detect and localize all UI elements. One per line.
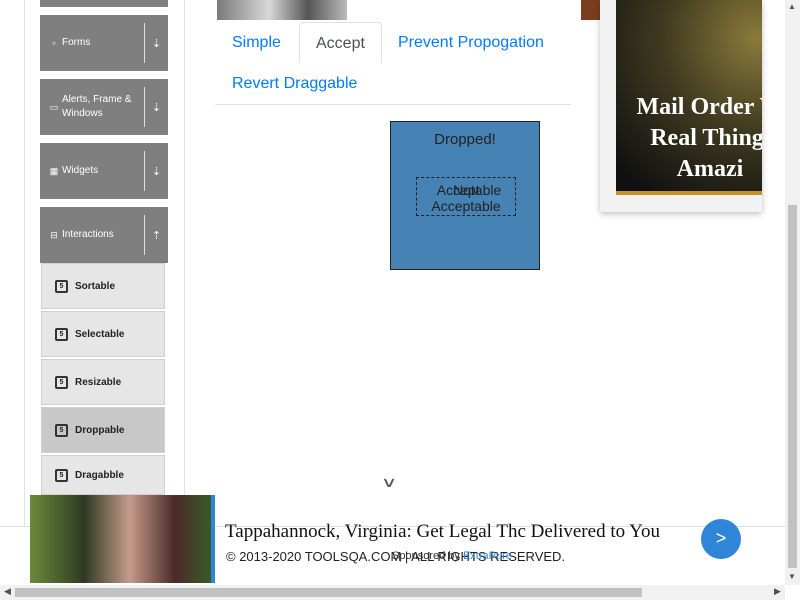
group-label: Widgets [62, 165, 99, 176]
group-header-widgets[interactable]: ▦ Widgets ⇣ [40, 143, 168, 199]
droppable-target[interactable]: Dropped! Accept__ Notable Acceptable [390, 121, 540, 270]
ad-headline: Mail Order W Real Thing, Amazi [636, 94, 762, 182]
scroll-up-icon[interactable]: ▲ [788, 2, 796, 11]
vertical-scrollbar[interactable]: ▲ ▼ [785, 0, 800, 585]
html5-icon: 5 [55, 468, 68, 482]
group-header-forms[interactable]: ▫ Forms ⇣ [40, 15, 168, 71]
drop-status: Dropped! [434, 131, 496, 148]
expand-icon[interactable]: ⇣ [144, 23, 168, 63]
ad-next-button[interactable]: > [701, 519, 741, 559]
tab-revert-draggable[interactable]: Revert Draggable [216, 63, 373, 104]
scroll-left-icon[interactable]: ◀ [4, 586, 11, 597]
sidebar-item-sortable[interactable]: 5 Sortable [41, 263, 165, 309]
minus-square-icon: ⊟ [50, 229, 58, 240]
group-header-interactions[interactable]: ⊟ Interactions ⇡ [40, 207, 168, 263]
window-icon: ▭ [49, 101, 59, 112]
html5-icon: 5 [55, 279, 68, 293]
sidebar-item-label: Selectable [75, 328, 125, 340]
group-header-alerts[interactable]: ▭ Alerts, Frame & Windows ⇣ [40, 79, 168, 135]
draggable-item[interactable]: Accept__ Notable Acceptable [416, 177, 516, 216]
group-label: Forms [62, 37, 91, 48]
collapse-icon[interactable]: ⇡ [144, 215, 168, 255]
sidebar-item-label: Resizable [75, 376, 122, 388]
sidebar-item-dragabble[interactable]: 5 Dragabble [41, 455, 165, 495]
ad-image-top-small[interactable] [581, 0, 601, 20]
sponsor-text: Sponsored by ExtraPure [392, 550, 512, 562]
ad-bottom-title[interactable]: Tappahannock, Virginia: Get Legal Thc De… [225, 521, 660, 543]
expand-icon[interactable]: ⇣ [144, 151, 168, 191]
html5-icon: 5 [55, 423, 68, 437]
horizontal-scrollbar[interactable]: ◀ ▶ [0, 585, 785, 600]
html5-icon: 5 [55, 327, 68, 341]
ad-image-top[interactable] [217, 0, 347, 20]
scroll-down-icon[interactable]: ▼ [788, 572, 796, 581]
sidebar-item-droppable[interactable]: 5 Droppable [41, 407, 165, 453]
scroll-right-icon[interactable]: ▶ [774, 586, 781, 597]
grid-icon: ▦ [49, 165, 59, 176]
tab-simple[interactable]: Simple [216, 22, 297, 63]
tab-accept[interactable]: Accept [299, 22, 382, 63]
acceptable-label-line2: Acceptable [431, 198, 501, 214]
droppable-tabs: Simple Accept Prevent Propogation Revert… [215, 22, 571, 105]
document-icon: ▫ [52, 38, 56, 48]
chevron-down-icon[interactable]: ∨ [381, 474, 397, 491]
tab-prevent-propogation[interactable]: Prevent Propogation [382, 22, 560, 63]
html5-icon: 5 [55, 375, 68, 389]
sidebar-item-resizable[interactable]: 5 Resizable [41, 359, 165, 405]
sidebar-item-selectable[interactable]: 5 Selectable [41, 311, 165, 357]
group-label: Alerts, Frame & Windows [62, 94, 132, 119]
sidebar-item-label: Droppable [75, 424, 125, 436]
sidebar-item-label: Dragabble [75, 469, 124, 481]
group-label: Interactions [62, 229, 114, 240]
not-acceptable-label: Notable [453, 182, 502, 198]
expand-icon[interactable]: ⇣ [144, 87, 168, 127]
sponsor-prefix: Sponsored by [392, 550, 460, 562]
horizontal-scroll-thumb[interactable] [15, 588, 642, 597]
sponsor-brand[interactable]: ExtraPure [463, 550, 512, 562]
ad-banner-right[interactable]: Mail Order W Real Thing, Amazi [600, 0, 762, 212]
sidebar-item-label: Sortable [75, 280, 116, 292]
vertical-scroll-thumb[interactable] [788, 205, 797, 568]
group-header-elements[interactable] [40, 0, 168, 7]
ad-image-bottom[interactable] [30, 495, 215, 583]
